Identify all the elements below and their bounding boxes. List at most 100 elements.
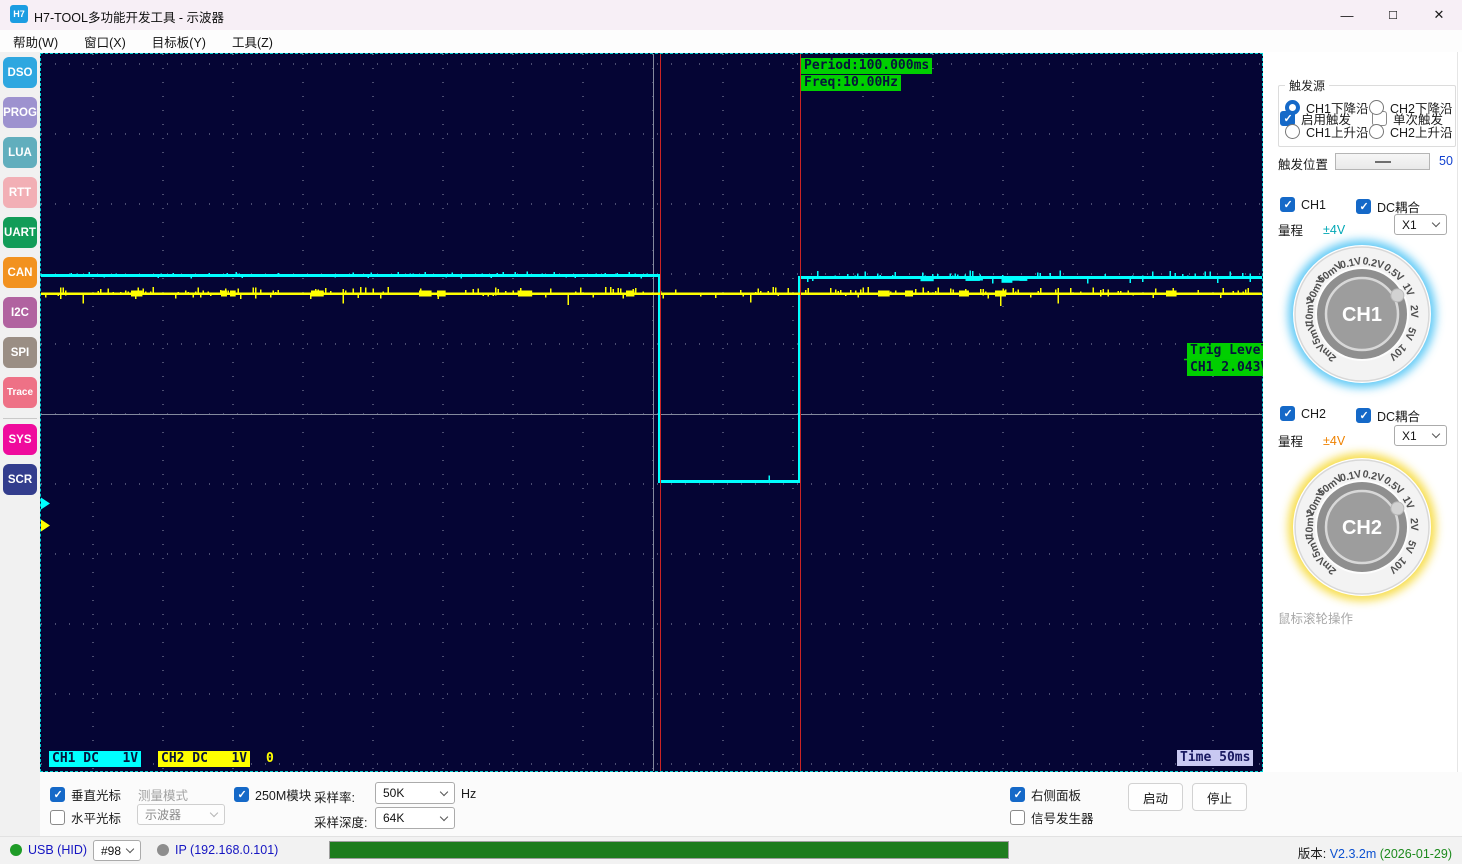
ch2-enable-label: CH2	[1301, 407, 1326, 421]
sidebar-item-rtt[interactable]: RTT	[3, 177, 37, 208]
close-button[interactable]: ✕	[1416, 0, 1462, 30]
ch2-range-label: 量程	[1278, 431, 1303, 450]
trigger-pos-label-row: 触发位置	[1278, 154, 1328, 173]
usb-status-icon	[10, 844, 22, 856]
vertical-cursor-checkbox[interactable]	[50, 787, 65, 802]
measure-mode-value: 示波器	[145, 806, 181, 823]
ch1-channel-badge: CH1 DC 1V	[49, 751, 141, 767]
right-panel-label: 右侧面板	[1031, 785, 1081, 804]
vertical-cursor-label: 垂直光标	[71, 785, 121, 804]
right-panel-checkbox[interactable]	[1010, 787, 1025, 802]
stop-button[interactable]: 停止	[1192, 783, 1247, 811]
sidebar-item-scr[interactable]: SCR	[3, 464, 37, 495]
ch1-mult-value: X1	[1402, 218, 1417, 232]
ch2-coupling-label: DC耦合	[1377, 406, 1420, 425]
sample-rate-label: 采样率:	[314, 787, 355, 806]
ch1-enable-checkbox[interactable]	[1280, 197, 1295, 212]
sample-rate-value: 50K	[383, 786, 404, 800]
trigger-pos-slider[interactable]	[1335, 153, 1430, 170]
device-id-dropdown[interactable]: #98	[93, 840, 141, 861]
chevron-down-icon	[440, 787, 448, 795]
trigger-option-row: CH1上升沿	[1285, 122, 1369, 141]
ch2-rising-radio[interactable]	[1369, 124, 1384, 139]
ch2-enable-checkbox[interactable]	[1280, 406, 1295, 421]
ch1-rising-radio[interactable]	[1285, 124, 1300, 139]
trig-level-value: CH1 2.043V	[1187, 360, 1271, 376]
siggen-toggle-row: 信号发生器	[1010, 808, 1094, 827]
measure-mode-label: 测量模式	[138, 785, 188, 804]
ch2-falling-radio[interactable]	[1369, 100, 1384, 115]
panel-edge-line	[1457, 52, 1458, 836]
menu-targetboard[interactable]: 目标板(Y)	[139, 30, 219, 53]
menu-window[interactable]: 窗口(X)	[71, 30, 139, 53]
menu-bar: 帮助(W) 窗口(X) 目标板(Y) 工具(Z)	[0, 30, 1462, 52]
sidebar-item-uart[interactable]: UART	[3, 217, 37, 248]
minimize-button[interactable]: —	[1324, 0, 1370, 30]
horizontal-cursor-label: 水平光标	[71, 808, 121, 827]
menu-tools[interactable]: 工具(Z)	[219, 30, 286, 53]
trigger-source-title: 触发源	[1285, 77, 1329, 94]
module-250m-row: 250M模块	[234, 785, 311, 804]
maximize-button[interactable]: ☐	[1370, 0, 1416, 30]
trig-level-label: Trig Level	[1187, 343, 1271, 359]
ch1-mult-dropdown[interactable]: X1	[1394, 214, 1447, 235]
trigger-option-row: CH1下降沿	[1285, 98, 1369, 117]
signal-generator-checkbox[interactable]	[1010, 810, 1025, 825]
version-date: (2026-01-29)	[1380, 847, 1452, 861]
ch1-knob-canvas: 2mV5mV10mV20mV50mV0.1V0.2V0.5V1V2V5V10VC…	[1293, 245, 1431, 383]
period-readout: Period:100.000ms	[801, 58, 932, 74]
sample-depth-label: 采样深度:	[314, 812, 367, 831]
ch2-coupling-row: DC耦合	[1356, 406, 1420, 425]
module-250m-checkbox[interactable]	[234, 787, 249, 802]
sidebar-item-i2c[interactable]: I2C	[3, 297, 37, 328]
ch1-range-label: 量程	[1278, 220, 1303, 239]
sidebar-item-dso[interactable]: DSO	[3, 57, 37, 88]
ch1-enable-row: CH1	[1280, 197, 1326, 212]
trigger-pos-value: 50	[1439, 154, 1453, 168]
horizontal-cursor-checkbox[interactable]	[50, 810, 65, 825]
mouse-wheel-hint: 鼠标滚轮操作	[1278, 608, 1353, 627]
chevron-down-icon	[440, 812, 448, 820]
sidebar-item-prog[interactable]: PROG	[3, 97, 37, 128]
trigger-option-row: CH2上升沿	[1369, 122, 1453, 141]
waveform-display[interactable]: Period:100.000ms Freq:10.00Hz Trig Level…	[40, 53, 1263, 772]
sidebar-item-lua[interactable]: LUA	[3, 137, 37, 168]
ch2-range-value: ±4V	[1323, 434, 1345, 448]
sidebar-item-sys[interactable]: SYS	[3, 424, 37, 455]
right-panel-toggle-row: 右侧面板	[1010, 785, 1081, 804]
version-value: V2.3.2m	[1330, 847, 1377, 861]
ch1-range-value: ±4V	[1323, 223, 1345, 237]
chevron-down-icon	[126, 845, 134, 853]
acquisition-progress-bar	[329, 841, 1009, 859]
ch2-coupling-checkbox[interactable]	[1356, 408, 1371, 423]
svg-text:2V: 2V	[1408, 305, 1421, 318]
ch1-falling-label: CH1下降沿	[1306, 98, 1369, 117]
slider-handle[interactable]	[1375, 161, 1391, 163]
sidebar-item-can[interactable]: CAN	[3, 257, 37, 288]
bottom-control-bar: 垂直光标 水平光标 测量模式 示波器 250M模块 采样率: 50K Hz 采样…	[40, 772, 1462, 836]
ch1-coupling-checkbox[interactable]	[1356, 199, 1371, 214]
sample-rate-unit: Hz	[461, 787, 476, 801]
ch2-range-knob[interactable]: 2mV5mV10mV20mV50mV0.1V0.2V0.5V1V2V5V10VC…	[1293, 458, 1431, 596]
trigger-source-group: 触发源 CH1下降沿 CH2下降沿 CH1上升沿 CH2上升沿	[1278, 85, 1456, 147]
ch1-enable-label: CH1	[1301, 198, 1326, 212]
sidebar-item-spi[interactable]: SPI	[3, 337, 37, 368]
ch1-range-knob[interactable]: 2mV5mV10mV20mV50mV0.1V0.2V0.5V1V2V5V10VC…	[1293, 245, 1431, 383]
ch1-falling-radio[interactable]	[1285, 100, 1300, 115]
sample-depth-dropdown[interactable]: 64K	[375, 807, 455, 829]
trigger-option-row: CH2下降沿	[1369, 98, 1453, 117]
measure-mode-dropdown[interactable]: 示波器	[137, 804, 225, 825]
sidebar-item-trace[interactable]: Trace	[3, 377, 37, 408]
ch2-mult-dropdown[interactable]: X1	[1394, 425, 1447, 446]
usb-status-label: USB (HID)	[28, 843, 87, 857]
svg-text:2V: 2V	[1408, 518, 1421, 531]
zero-marker-label: 0	[263, 751, 277, 767]
chevron-down-icon	[1432, 219, 1440, 227]
sample-rate-dropdown[interactable]: 50K	[375, 782, 455, 804]
start-button[interactable]: 启动	[1128, 783, 1183, 811]
ch1-rising-label: CH1上升沿	[1306, 122, 1369, 141]
menu-help[interactable]: 帮助(W)	[0, 30, 71, 53]
h-cursor-row: 水平光标	[50, 808, 121, 827]
device-id-value: #98	[101, 844, 121, 858]
ip-status-label: IP (192.168.0.101)	[175, 843, 278, 857]
